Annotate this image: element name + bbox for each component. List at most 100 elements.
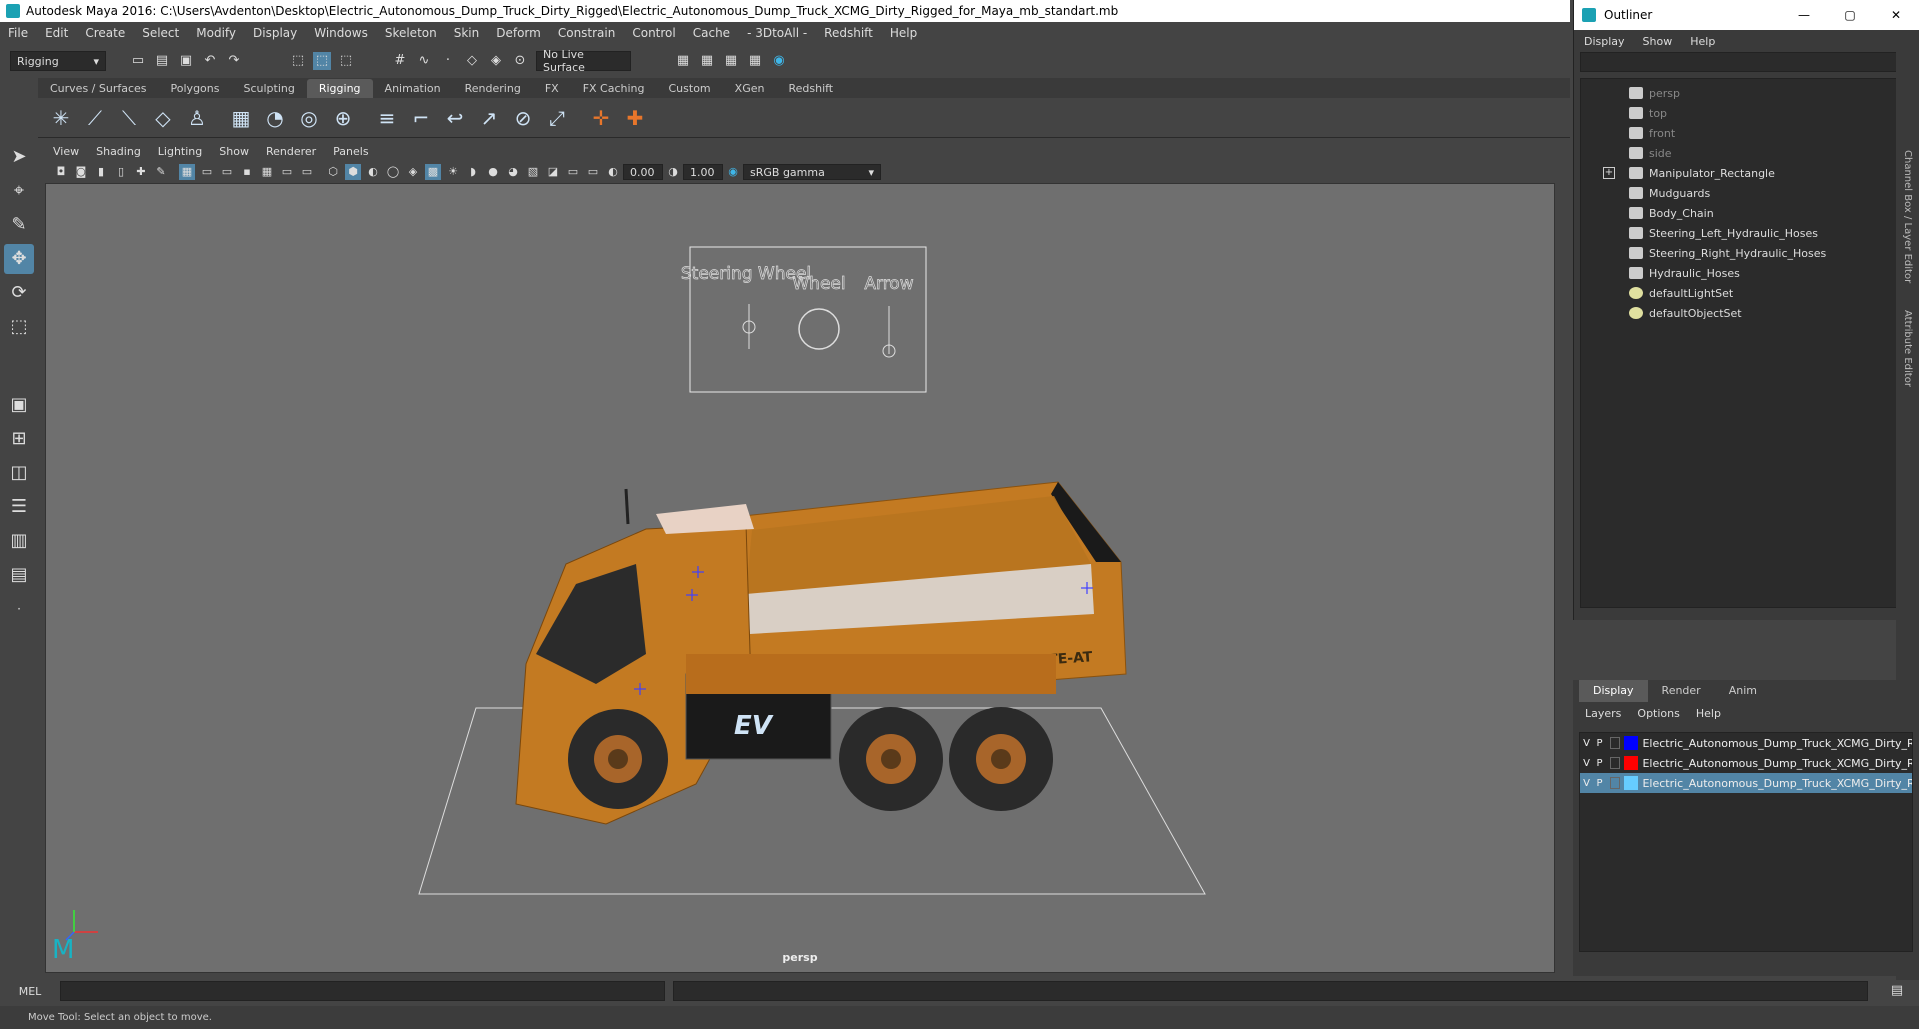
outliner-item[interactable]: side — [1581, 143, 1912, 163]
open-scene-icon[interactable]: ▤ — [153, 52, 171, 70]
layer-visibility-toggle[interactable]: V — [1580, 738, 1593, 749]
outliner-item[interactable]: Body_Chain — [1581, 203, 1912, 223]
layer-color-swatch[interactable] — [1623, 736, 1639, 750]
field-chart-icon[interactable]: ▦ — [259, 164, 275, 180]
wireframe-icon[interactable]: ⬡ — [325, 164, 341, 180]
orient-joint-icon[interactable]: ⌐ — [407, 104, 435, 132]
gamma-field[interactable]: 1.00 — [683, 164, 723, 180]
expand-icon[interactable]: + — [1603, 167, 1615, 179]
layer-color-swatch[interactable] — [1623, 756, 1639, 770]
layer-tab-display[interactable]: Display — [1579, 680, 1648, 702]
menu-cache[interactable]: Cache — [693, 26, 730, 40]
layer-visibility-toggle[interactable]: V — [1580, 758, 1593, 769]
anti-alias-icon[interactable]: ▧ — [525, 164, 541, 180]
paint-select-icon[interactable]: ✎ — [4, 210, 34, 240]
motion-blur-icon[interactable]: ◕ — [505, 164, 521, 180]
viewport-menu-lighting[interactable]: Lighting — [158, 145, 202, 158]
snap-surface-icon[interactable]: ◈ — [487, 52, 505, 70]
outliner-menu-help[interactable]: Help — [1690, 35, 1715, 48]
outliner-item[interactable]: top — [1581, 103, 1912, 123]
textured-icon[interactable]: ◈ — [405, 164, 421, 180]
minimize-icon[interactable]: — — [1781, 8, 1827, 22]
collapse-toolbox-icon[interactable]: · — [4, 594, 34, 624]
bookmark-icon[interactable]: ▮ — [93, 164, 109, 180]
snap-point-icon[interactable]: · — [439, 52, 457, 70]
outliner-item[interactable]: Mudguards — [1581, 183, 1912, 203]
ik-handle-icon[interactable]: ⟋ — [81, 104, 109, 132]
resolution-gate-icon[interactable]: ▭ — [219, 164, 235, 180]
save-scene-icon[interactable]: ▣ — [177, 52, 195, 70]
select-tool-icon[interactable]: ➤ — [4, 142, 34, 172]
shelf-tab-fx-caching[interactable]: FX Caching — [571, 79, 657, 98]
isolate-select-icon[interactable]: ◪ — [545, 164, 561, 180]
shelf-tab-rigging[interactable]: Rigging — [306, 79, 373, 98]
layer-name[interactable]: Electric_Autonomous_Dump_Truck_XCMG_Dirt… — [1642, 777, 1912, 790]
color-management-icon[interactable]: ◉ — [725, 164, 741, 180]
bind-skin-icon[interactable]: ◇ — [149, 104, 177, 132]
move-tool-icon[interactable]: ✥ — [4, 244, 34, 274]
attribute-editor-tab[interactable]: Attribute Editor — [1902, 310, 1913, 387]
layer-tab-render[interactable]: Render — [1648, 680, 1715, 702]
layer-playback-toggle[interactable]: P — [1593, 778, 1606, 789]
snap-curve-icon[interactable]: ∿ — [415, 52, 433, 70]
layer-menu-layers[interactable]: Layers — [1585, 707, 1621, 720]
wire-icon[interactable]: ⊕ — [329, 104, 357, 132]
gamma-icon[interactable]: ◑ — [665, 164, 681, 180]
locator-icon[interactable]: ✛ — [587, 104, 615, 132]
command-input[interactable] — [60, 981, 665, 1001]
outliner-search-input[interactable] — [1580, 52, 1913, 72]
shelf-tab-curves-surfaces[interactable]: Curves / Surfaces — [38, 79, 159, 98]
scale-tool-icon[interactable]: ⬚ — [4, 312, 34, 342]
gate-mask-icon[interactable]: ▪ — [239, 164, 255, 180]
layer-menu-help[interactable]: Help — [1696, 707, 1721, 720]
script-editor-icon[interactable]: ▤ — [1888, 982, 1906, 1000]
constraint-aim-icon[interactable]: ↗ — [475, 104, 503, 132]
menu-control[interactable]: Control — [632, 26, 675, 40]
outliner-item[interactable]: persp — [1581, 83, 1912, 103]
create-joints-icon[interactable]: ✳ — [47, 104, 75, 132]
menu-skin[interactable]: Skin — [454, 26, 480, 40]
shelf-tab-sculpting[interactable]: Sculpting — [231, 79, 306, 98]
smooth-shade-icon[interactable]: ⬢ — [345, 164, 361, 180]
shelf-tab-custom[interactable]: Custom — [657, 79, 723, 98]
xray-joints-icon[interactable]: ▭ — [565, 164, 581, 180]
layer-playback-toggle[interactable]: P — [1593, 738, 1606, 749]
menu-3dtoall[interactable]: - 3DtoAll - — [747, 26, 807, 40]
menu-windows[interactable]: Windows — [314, 26, 368, 40]
select-hierarchy-icon[interactable]: ⬚ — [289, 52, 307, 70]
hypershade-icon[interactable]: ◉ — [770, 52, 788, 70]
viewport-menu-show[interactable]: Show — [219, 145, 249, 158]
cluster-icon[interactable]: ◔ — [261, 104, 289, 132]
undo-icon[interactable]: ↶ — [201, 52, 219, 70]
camera-attributes-icon[interactable]: ◙ — [73, 164, 89, 180]
redo-icon[interactable]: ↷ — [225, 52, 243, 70]
ik-spline-icon[interactable]: ⟍ — [115, 104, 143, 132]
shadows-icon[interactable]: ◗ — [465, 164, 481, 180]
menu-constrain[interactable]: Constrain — [558, 26, 616, 40]
render-view-icon[interactable]: ▦ — [674, 52, 692, 70]
shelf-tab-xgen[interactable]: XGen — [723, 79, 777, 98]
close-icon[interactable]: ✕ — [1873, 8, 1919, 22]
default-material-icon[interactable]: ◯ — [385, 164, 401, 180]
constraint-pole-icon[interactable]: ⤢ — [543, 104, 571, 132]
wireframe-on-shaded-icon[interactable]: ◐ — [365, 164, 381, 180]
live-surface-field[interactable]: No Live Surface — [536, 48, 631, 74]
quick-rig-icon[interactable]: ♙ — [183, 104, 211, 132]
channel-box-tab[interactable]: Channel Box / Layer Editor — [1902, 150, 1913, 283]
grease-pencil-icon[interactable]: ✎ — [153, 164, 169, 180]
menu-create[interactable]: Create — [85, 26, 125, 40]
menu-set-dropdown[interactable]: Rigging ▾ — [10, 51, 106, 71]
camera-icon[interactable]: ◘ — [53, 164, 69, 180]
two-view-layout-icon[interactable]: ◫ — [4, 458, 34, 488]
menu-display[interactable]: Display — [253, 26, 297, 40]
xray-icon[interactable]: ▩ — [425, 164, 441, 180]
outliner-item[interactable]: + Manipulator_Rectangle — [1581, 163, 1912, 183]
new-scene-icon[interactable]: ▭ — [129, 52, 147, 70]
script-language-toggle[interactable]: MEL — [0, 985, 60, 998]
outliner-item[interactable]: defaultObjectSet — [1581, 303, 1912, 323]
four-view-layout-icon[interactable]: ⊞ — [4, 424, 34, 454]
shelf-tab-redshift[interactable]: Redshift — [776, 79, 845, 98]
shelf-tab-animation[interactable]: Animation — [373, 79, 453, 98]
view-transform-dropdown[interactable]: sRGB gamma ▾ — [743, 164, 881, 180]
snap-grid-icon[interactable]: # — [391, 52, 409, 70]
